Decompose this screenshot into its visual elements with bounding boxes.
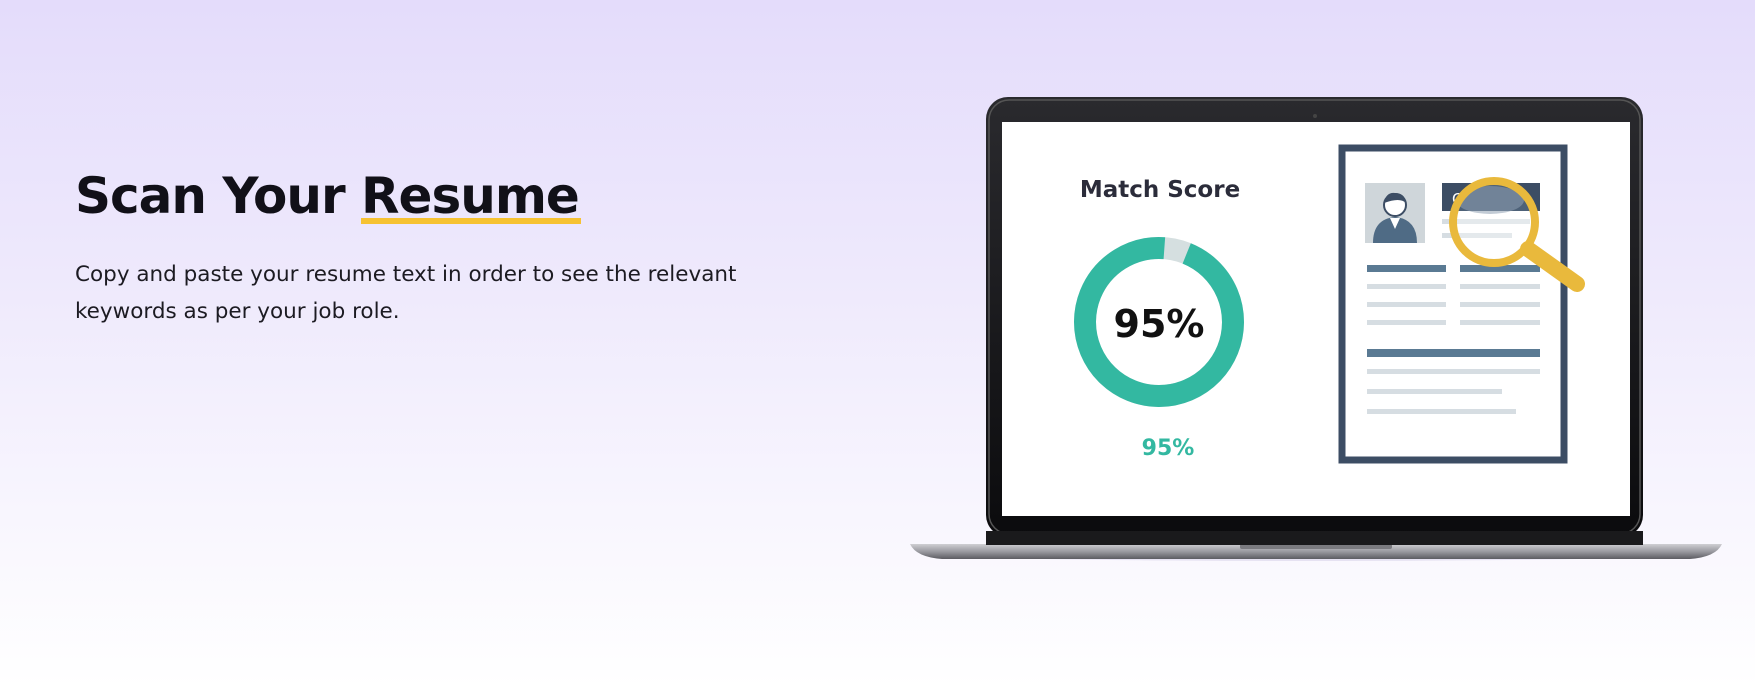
laptop-illustration: Match Score 95% 95% CV <box>910 97 1722 567</box>
hero-text-block: Scan Your Resume Copy and paste your res… <box>75 162 795 330</box>
match-score-title: Match Score <box>1080 177 1240 203</box>
hero-description: Copy and paste your resume text in order… <box>75 262 737 324</box>
avatar-icon <box>1365 183 1425 243</box>
page-title: Scan Your Resume <box>75 162 795 230</box>
webcam-icon <box>1313 114 1317 118</box>
laptop-icon: Match Score 95% 95% CV <box>910 97 1722 561</box>
cv-document-icon: CV <box>1338 144 1568 464</box>
headline-prefix: Scan Your <box>75 167 346 225</box>
score-caption: 95% <box>1142 436 1195 461</box>
gauge-center-value: 95% <box>1114 302 1205 346</box>
headline-highlight: Resume <box>361 162 581 230</box>
